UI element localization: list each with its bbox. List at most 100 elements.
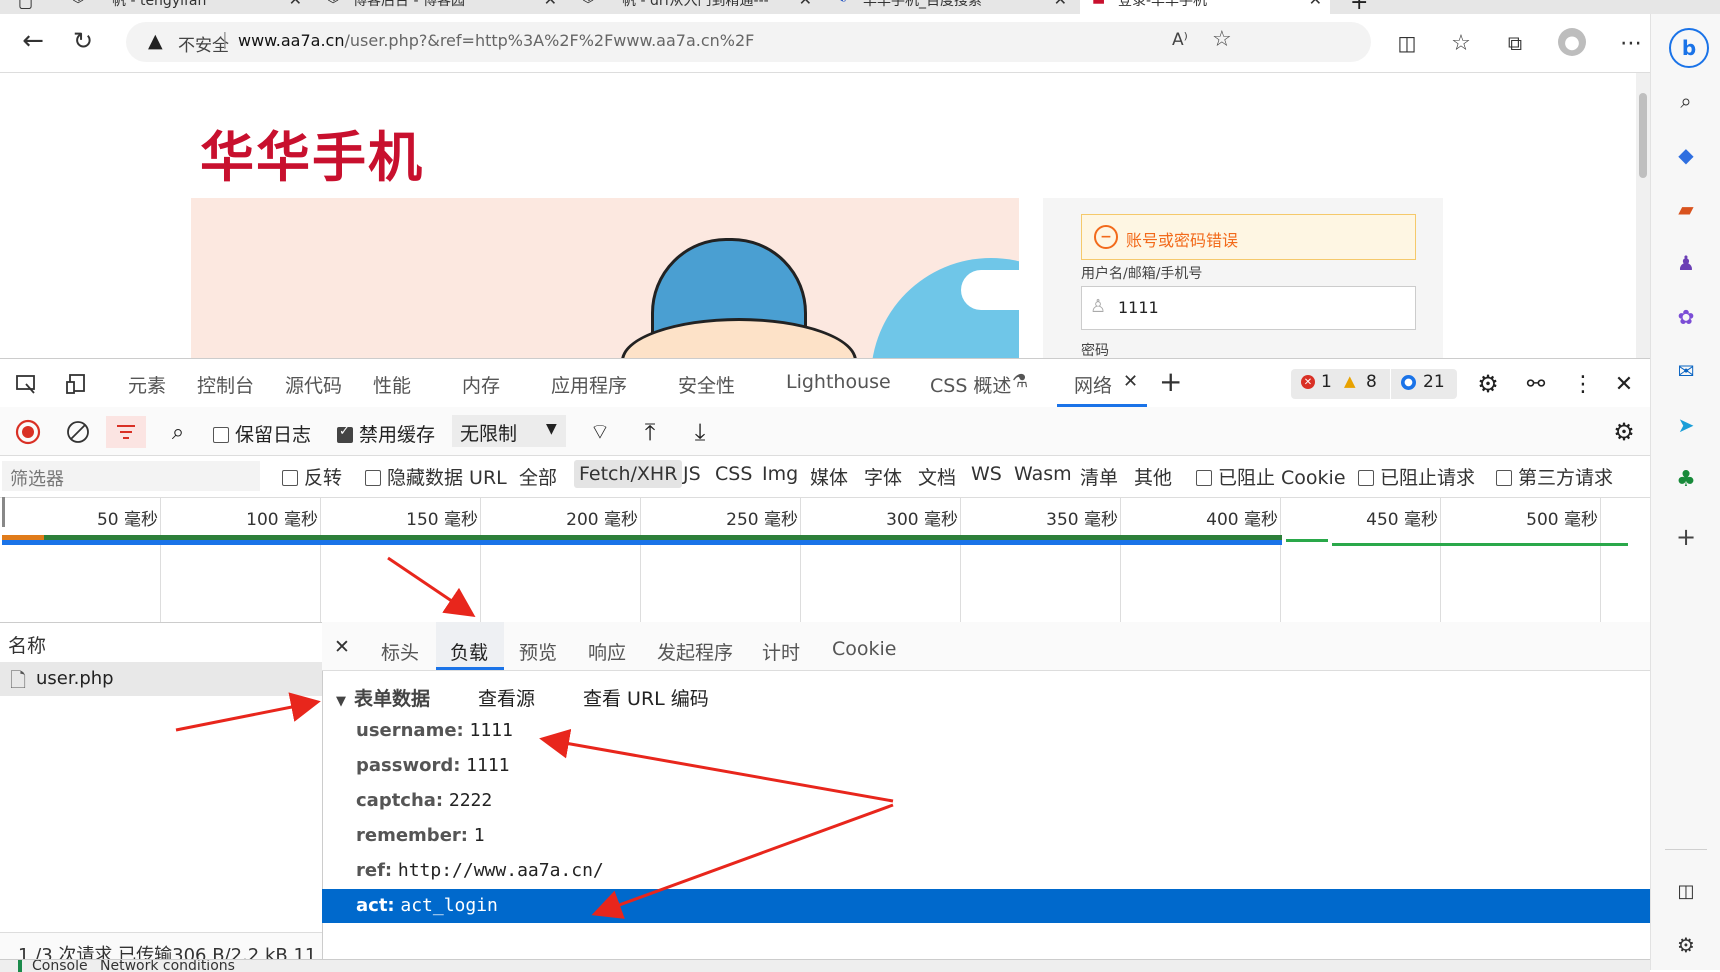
filter-type-manifest[interactable]: 清单 — [1080, 463, 1118, 490]
more-options-icon[interactable]: ⋮ — [1567, 368, 1599, 400]
export-har-icon[interactable]: ⤓ — [684, 416, 716, 448]
view-url-encoded-link[interactable]: 查看 URL 编码 — [583, 684, 709, 711]
tab-timing[interactable]: 计时 — [762, 638, 800, 665]
back-icon[interactable]: ← — [18, 26, 48, 56]
bing-chat-icon[interactable]: b — [1669, 28, 1709, 68]
close-detail-icon[interactable]: ✕ — [334, 636, 350, 658]
checkbox[interactable] — [282, 470, 298, 486]
filter-type-doc[interactable]: 文档 — [918, 463, 956, 490]
tab-cookies[interactable]: Cookie — [832, 638, 897, 660]
search-icon[interactable]: ⌕ — [162, 416, 194, 448]
new-tab-icon[interactable]: + — [1350, 0, 1368, 14]
form-field-row[interactable]: remember: 1 — [356, 825, 485, 846]
browser-tab-active[interactable]: ■ 登录-华华手机 ✕ — [1080, 0, 1330, 14]
more-tabs-plus-icon[interactable]: + — [1159, 365, 1182, 398]
preserve-log-checkbox[interactable]: 保留日志 — [213, 420, 311, 447]
tab-response[interactable]: 响应 — [588, 638, 626, 665]
checkbox[interactable] — [1358, 470, 1374, 486]
tab-security[interactable]: 安全性 — [678, 371, 735, 398]
close-devtools-icon[interactable]: ✕ — [1608, 368, 1640, 400]
import-har-icon[interactable]: ⤒ — [634, 416, 666, 448]
network-conditions-icon[interactable]: ⌔ — [584, 416, 616, 448]
tab-sources[interactable]: 源代码 — [285, 371, 342, 398]
filter-type-img[interactable]: Img — [762, 463, 798, 485]
tab-memory[interactable]: 内存 — [462, 371, 500, 398]
close-icon[interactable]: ✕ — [289, 0, 302, 9]
tree-icon[interactable]: ♣ — [1671, 464, 1701, 494]
filter-type-all[interactable]: 全部 — [519, 463, 557, 490]
tab-console[interactable]: 控制台 — [197, 371, 254, 398]
checkbox-checked[interactable] — [337, 424, 353, 443]
add-sidebar-icon[interactable]: + — [1671, 522, 1701, 552]
filter-type-media[interactable]: 媒体 — [810, 463, 848, 490]
checkbox[interactable] — [1196, 470, 1212, 486]
site-logo[interactable]: 华华手机 — [200, 113, 424, 192]
blocked-cookies-checkbox[interactable]: 已阻止 Cookie — [1196, 463, 1346, 490]
more-icon[interactable]: ⋯ — [1616, 28, 1646, 58]
games-icon[interactable]: ♟ — [1671, 248, 1701, 278]
tab-application[interactable]: 应用程序 — [551, 371, 627, 398]
request-row[interactable]: 🗋 user.php — [0, 662, 322, 696]
filter-type-wasm[interactable]: Wasm — [1014, 463, 1072, 485]
checkbox[interactable] — [213, 427, 229, 443]
search-icon[interactable]: ⌕ — [1671, 86, 1701, 116]
refresh-icon[interactable]: ↻ — [68, 26, 98, 56]
url-field[interactable]: ▲ 不安全 | www.aa7a.cn/user.php?&ref=http%3… — [126, 22, 1371, 62]
tab-css-overview[interactable]: CSS 概述 — [930, 371, 1011, 398]
device-toolbar-icon[interactable] — [60, 368, 92, 400]
tab-actions-icon[interactable]: ▢ — [18, 0, 33, 11]
username-field[interactable]: ♙ 1111 — [1081, 286, 1416, 330]
form-field-row-selected[interactable]: act: act_login — [322, 889, 1650, 923]
filter-input[interactable]: 筛选器 — [2, 461, 260, 491]
tab-preview[interactable]: 预览 — [519, 638, 557, 665]
tab-performance[interactable]: 性能 — [373, 371, 411, 398]
timeline-start-handle[interactable] — [2, 497, 5, 527]
view-source-link[interactable]: 查看源 — [478, 684, 535, 711]
filter-type-font[interactable]: 字体 — [864, 463, 902, 490]
favorites-icon[interactable]: ☆ — [1446, 28, 1476, 58]
close-icon[interactable]: ✕ — [1054, 0, 1067, 9]
form-data-section[interactable]: ▼ 表单数据 — [336, 684, 430, 711]
throttle-select[interactable]: 无限制 ▼ — [452, 415, 566, 447]
close-icon[interactable]: ✕ — [1309, 0, 1322, 9]
sidebar-toggle-icon[interactable]: ◫ — [1671, 876, 1701, 906]
third-party-checkbox[interactable]: 第三方请求 — [1496, 463, 1613, 490]
close-tab-icon[interactable]: ✕ — [1123, 371, 1138, 392]
drawer-tab-network-conditions[interactable]: Network conditions — [100, 960, 235, 972]
profile-avatar[interactable]: ● — [1558, 28, 1586, 56]
name-column-header[interactable]: 名称 — [8, 631, 46, 658]
scrollbar-thumb[interactable] — [1639, 93, 1647, 178]
tab-headers[interactable]: 标头 — [381, 638, 419, 665]
hide-data-url-checkbox[interactable]: 隐藏数据 URL — [365, 463, 507, 490]
checkbox[interactable] — [1496, 470, 1512, 486]
form-field-row[interactable]: password: 1111 — [356, 755, 510, 776]
form-field-row[interactable]: username: 1111 — [356, 720, 513, 741]
browser-tab[interactable]: ⌬ 一帆 - tengyifan ✕ — [60, 0, 310, 14]
office-icon[interactable]: ✿ — [1671, 302, 1701, 332]
read-aloud-icon[interactable]: A⁾ — [1172, 30, 1188, 50]
filter-icon[interactable] — [106, 416, 146, 448]
shopping-tag-icon[interactable]: ◆ — [1671, 140, 1701, 170]
tab-initiator[interactable]: 发起程序 — [657, 638, 733, 665]
close-icon[interactable]: ✕ — [799, 0, 812, 9]
url-text[interactable]: www.aa7a.cn/user.php?&ref=http%3A%2F%2Fw… — [238, 31, 754, 50]
collections-icon[interactable]: ⧉ — [1500, 28, 1530, 58]
tab-lighthouse[interactable]: Lighthouse — [786, 371, 891, 393]
browser-tab[interactable]: ❦ 华华手机_百度搜索 ✕ — [825, 0, 1075, 14]
browser-tab[interactable]: ⌬ 一帆 - drf从入门到精通---day ✕ — [570, 0, 820, 14]
network-settings-icon[interactable]: ⚙ — [1608, 416, 1640, 448]
timeline-overview[interactable]: 50 毫秒 100 毫秒 150 毫秒 200 毫秒 250 毫秒 300 毫秒… — [0, 497, 1650, 623]
record-icon[interactable] — [12, 416, 44, 448]
form-field-row[interactable]: ref: http://www.aa7a.cn/ — [356, 860, 604, 881]
form-field-row[interactable]: captcha: 2222 — [356, 790, 492, 811]
split-screen-icon[interactable]: ◫ — [1392, 28, 1422, 58]
tools-icon[interactable]: ▰ — [1671, 194, 1701, 224]
browser-tab[interactable]: ⌬ 博客后台 - 博客园 ✕ — [315, 0, 565, 14]
blocked-requests-checkbox[interactable]: 已阻止请求 — [1358, 463, 1475, 490]
disable-cache-checkbox[interactable]: 禁用缓存 — [337, 420, 435, 447]
filter-type-other[interactable]: 其他 — [1134, 463, 1172, 490]
filter-type-js[interactable]: JS — [683, 463, 701, 485]
settings-icon[interactable]: ⚙ — [1472, 368, 1504, 400]
tab-payload[interactable]: 负载 — [436, 622, 504, 670]
close-icon[interactable]: ✕ — [544, 0, 557, 9]
